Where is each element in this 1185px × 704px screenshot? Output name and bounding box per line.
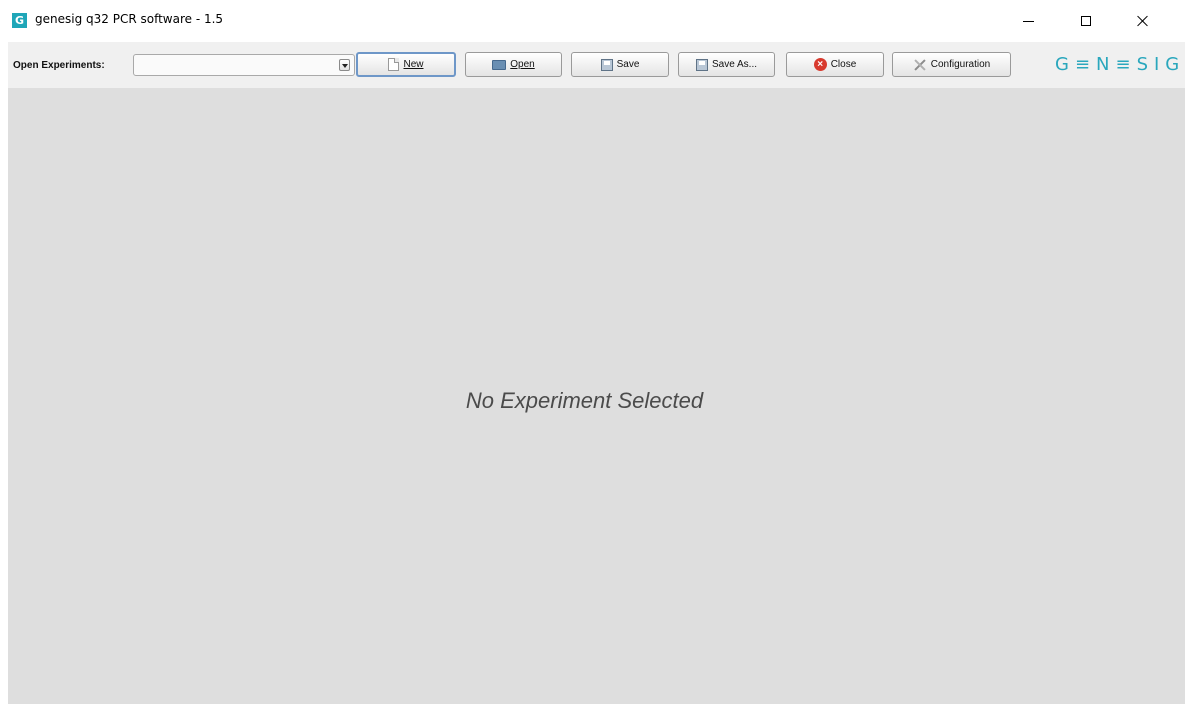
- app-window: G genesig q32 PCR software - 1.5 Open Ex…: [0, 0, 1185, 704]
- save-as-button-label: Save As...: [711, 59, 758, 70]
- close-button-label: Close: [830, 59, 857, 70]
- open-experiments-select[interactable]: [133, 54, 355, 76]
- window-close-button[interactable]: [1120, 6, 1166, 36]
- close-circle-icon: ×: [813, 58, 827, 71]
- close-icon: [1137, 15, 1149, 27]
- configuration-button-label: Configuration: [930, 59, 991, 70]
- maximize-button[interactable]: [1063, 6, 1109, 36]
- maximize-icon: [1081, 16, 1091, 26]
- open-button[interactable]: Open: [465, 52, 562, 77]
- genesig-logo: G≡N≡SIG: [1055, 54, 1185, 75]
- folder-icon: [492, 59, 507, 70]
- new-button-label: New: [403, 59, 424, 70]
- empty-state-message: No Experiment Selected: [465, 388, 704, 413]
- save-button-label: Save: [616, 59, 640, 70]
- chevron-down-icon[interactable]: [339, 59, 350, 71]
- new-document-icon: [388, 58, 400, 71]
- minimize-icon: [1022, 20, 1034, 22]
- configuration-button[interactable]: Configuration: [892, 52, 1011, 77]
- title-bar[interactable]: G genesig q32 PCR software - 1.5: [0, 0, 1185, 42]
- disk-icon: [695, 58, 708, 71]
- close-experiment-button[interactable]: × Close: [786, 52, 884, 77]
- open-experiments-label: Open Experiments:: [13, 60, 105, 71]
- open-button-label: Open: [510, 59, 535, 70]
- toolbar: Open Experiments: New Open Save Save As.…: [8, 42, 1185, 88]
- save-button[interactable]: Save: [571, 52, 669, 77]
- save-as-button[interactable]: Save As...: [678, 52, 775, 77]
- new-button[interactable]: New: [356, 52, 456, 77]
- app-logo-icon: G: [12, 13, 27, 28]
- window-title: genesig q32 PCR software - 1.5: [35, 12, 224, 26]
- tools-icon: [913, 58, 927, 72]
- disk-icon: [600, 58, 613, 71]
- minimize-button[interactable]: [1005, 6, 1051, 36]
